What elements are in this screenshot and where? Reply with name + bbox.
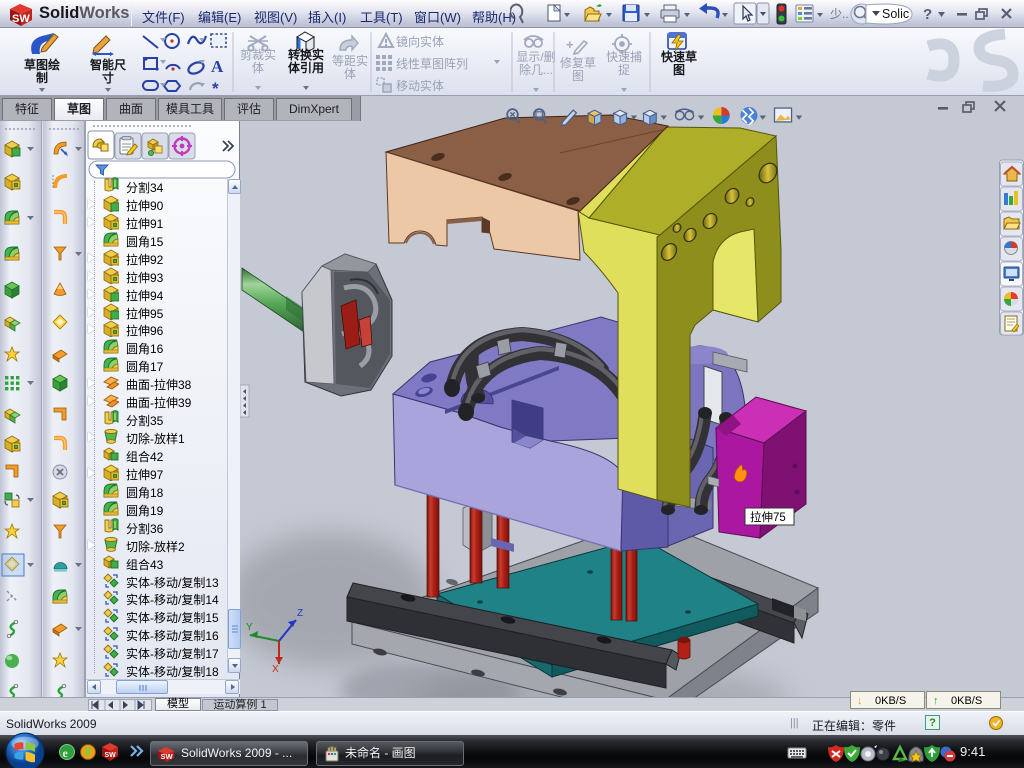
svg-text:拉伸75: 拉伸75 — [750, 510, 786, 524]
svg-text:Z: Z — [297, 608, 303, 619]
svg-text:A: A — [211, 57, 224, 76]
svg-text:Solic: Solic — [882, 7, 909, 21]
svg-text:?: ? — [923, 6, 932, 23]
svg-text:少..: 少.. — [830, 7, 849, 21]
svg-text:+: + — [566, 37, 574, 52]
svg-text:SW: SW — [161, 752, 174, 761]
svg-text:Y: Y — [246, 622, 253, 633]
svg-text:X: X — [272, 664, 279, 675]
svg-text:*: * — [212, 79, 219, 96]
svg-text:SW: SW — [12, 13, 30, 25]
svg-text:e: e — [63, 746, 69, 760]
svg-text:SW: SW — [105, 752, 117, 759]
